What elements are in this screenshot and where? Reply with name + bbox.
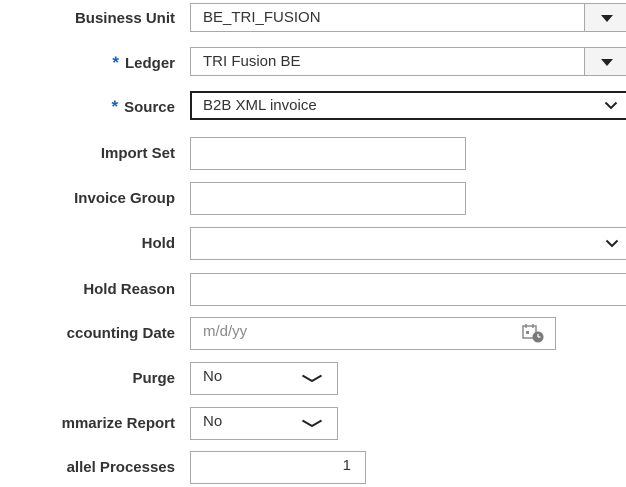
triangle-down-icon — [601, 58, 613, 66]
chevron-down-icon[interactable] — [301, 374, 323, 383]
accounting-date-row: ccounting Date m/d/yy — [0, 316, 626, 352]
parallel-processes-value: 1 — [342, 457, 351, 474]
purge-select[interactable]: No — [190, 362, 338, 395]
accounting-date-label: ccounting Date — [66, 325, 175, 342]
import-set-input[interactable] — [190, 137, 466, 170]
hold-select[interactable] — [190, 227, 626, 260]
hold-reason-row: Hold Reason — [0, 272, 626, 308]
invoice-import-form: Business Unit BE_TRI_FUSION * Ledger TRI … — [0, 0, 626, 487]
invoice-group-input[interactable] — [190, 182, 466, 215]
business-unit-dropdown-button[interactable] — [584, 4, 626, 31]
triangle-down-icon — [601, 14, 613, 22]
purge-row: Purge No — [0, 361, 626, 397]
ledger-row: * Ledger TRI Fusion BE — [0, 45, 626, 81]
parallel-processes-label: allel Processes — [66, 459, 175, 476]
purge-value: No — [203, 368, 223, 385]
source-label-text: Source — [124, 99, 175, 116]
hold-row: Hold — [0, 226, 626, 262]
business-unit-value: BE_TRI_FUSION — [203, 9, 321, 26]
import-set-label: Import Set — [100, 145, 175, 162]
chevron-down-icon[interactable] — [301, 419, 323, 428]
import-set-row: Import Set — [0, 136, 626, 172]
accounting-date-input[interactable]: m/d/yy — [190, 317, 556, 350]
invoice-group-label: Invoice Group — [74, 190, 175, 207]
required-marker: * — [111, 97, 119, 116]
hold-reason-input[interactable] — [190, 273, 626, 306]
required-marker: * — [112, 53, 119, 72]
business-unit-label: Business Unit — [74, 10, 175, 27]
chevron-down-icon[interactable] — [604, 101, 618, 110]
accounting-date-placeholder: m/d/yy — [203, 323, 248, 340]
hold-label: Hold — [141, 235, 175, 252]
ledger-label-text: Ledger — [124, 55, 175, 72]
ledger-field[interactable]: TRI Fusion BE — [190, 47, 626, 76]
source-row: * Source B2B XML invoice — [0, 89, 626, 125]
chevron-down-icon[interactable] — [605, 239, 619, 248]
invoice-group-row: Invoice Group — [0, 181, 626, 217]
ledger-value: TRI Fusion BE — [203, 53, 301, 70]
summarize-report-row: mmarize Report No — [0, 406, 626, 442]
calendar-icon[interactable] — [521, 322, 545, 344]
parallel-processes-input[interactable]: 1 — [190, 451, 366, 484]
business-unit-field[interactable]: BE_TRI_FUSION — [190, 3, 626, 32]
source-select[interactable]: B2B XML invoice — [190, 91, 626, 120]
summarize-report-select[interactable]: No — [190, 407, 338, 440]
summarize-report-value: No — [203, 413, 223, 430]
hold-reason-label: Hold Reason — [83, 281, 175, 298]
business-unit-row: Business Unit BE_TRI_FUSION — [0, 1, 626, 37]
summarize-report-label: mmarize Report — [61, 415, 175, 432]
source-label: * Source — [112, 89, 175, 125]
ledger-dropdown-button[interactable] — [584, 48, 626, 75]
purge-label: Purge — [132, 370, 175, 387]
parallel-processes-row: allel Processes 1 — [0, 450, 626, 486]
source-value: B2B XML invoice — [203, 97, 317, 114]
ledger-label: * Ledger — [112, 45, 175, 81]
